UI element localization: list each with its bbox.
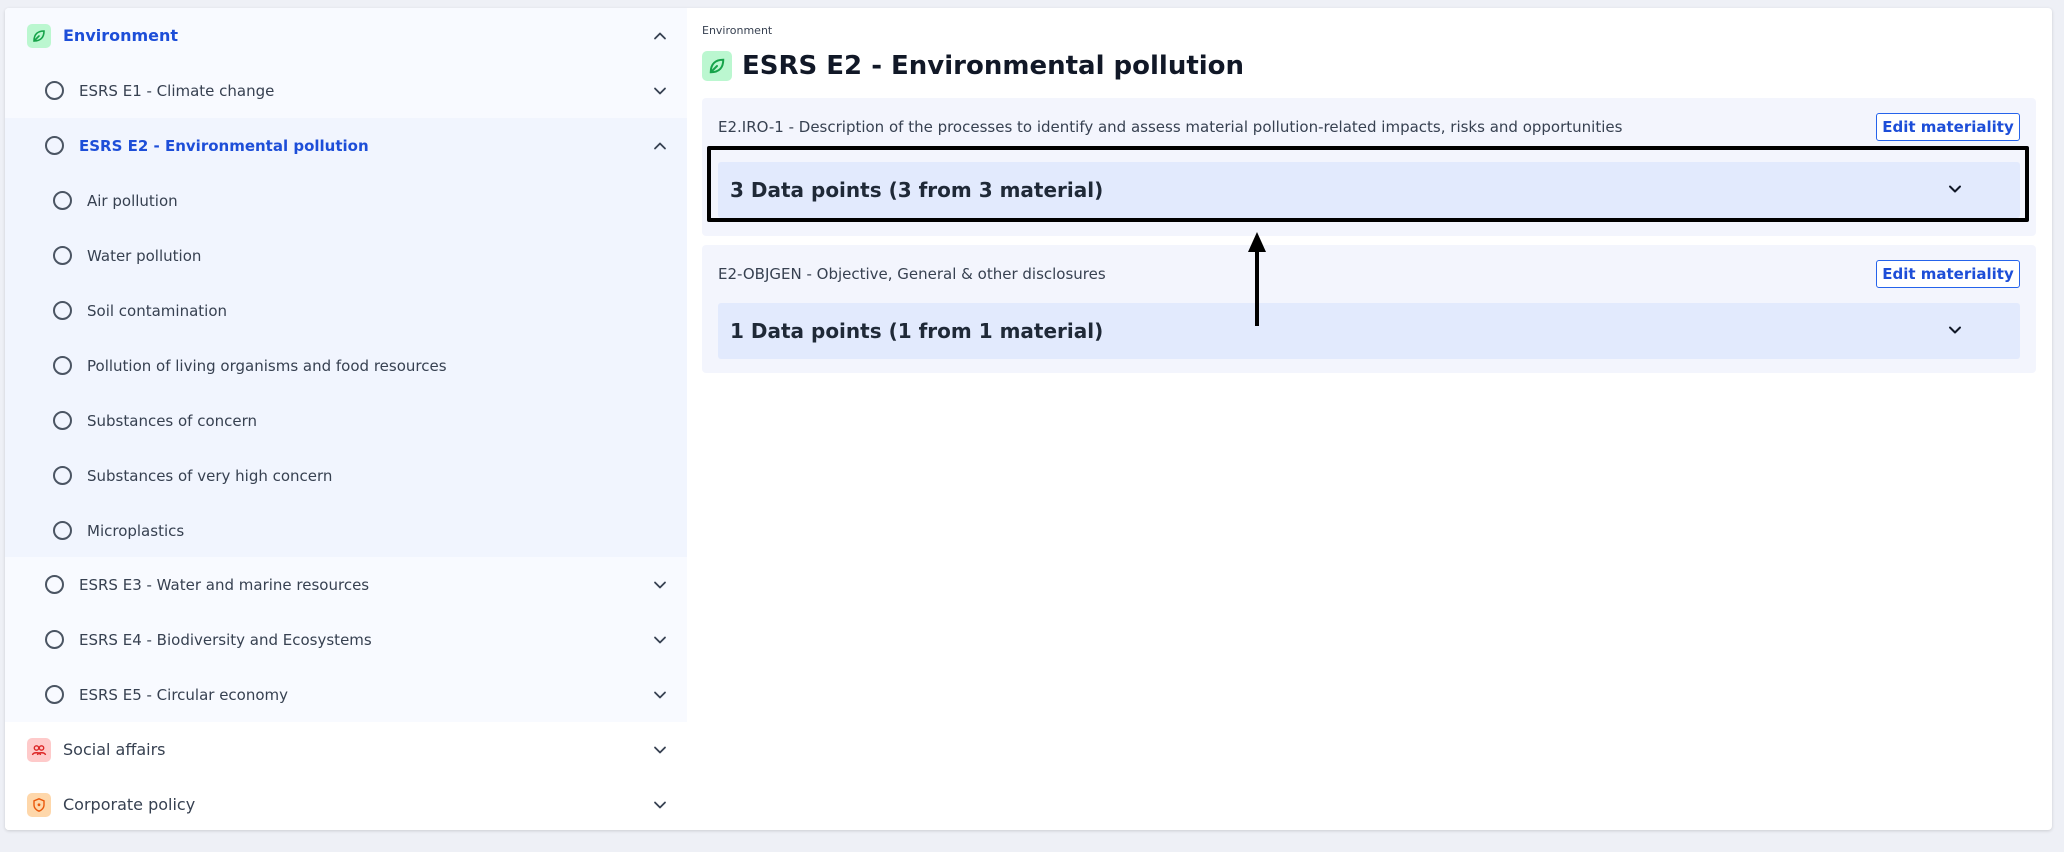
sidebar-standard-e3[interactable]: ESRS E3 - Water and marine resources (5, 557, 687, 612)
sidebar-standard-e2[interactable]: ESRS E2 - Environmental pollution (5, 118, 687, 173)
sidebar-topic-label: Pollution of living organisms and food r… (87, 356, 447, 375)
disclosure-title: E2.IRO-1 - Description of the processes … (718, 118, 1623, 136)
disclosure-card-iro1: E2.IRO-1 - Description of the processes … (702, 98, 2036, 236)
app-window: Environment ESRS E1 - Climate change ESR… (5, 8, 2052, 830)
sidebar-standard-e5[interactable]: ESRS E5 - Circular economy (5, 667, 687, 722)
sidebar-topic-living-organisms[interactable]: Pollution of living organisms and food r… (5, 338, 687, 393)
status-circle-icon (53, 411, 72, 430)
sidebar-category-label: Social affairs (63, 740, 166, 759)
sidebar-category-corporate-policy[interactable]: Corporate policy (5, 777, 687, 830)
status-circle-icon (45, 575, 64, 594)
chevron-up-icon[interactable] (653, 29, 667, 43)
chevron-down-icon[interactable] (653, 743, 667, 757)
sidebar-topic-soil-contamination[interactable]: Soil contamination (5, 283, 687, 338)
disclosure-card-objgen: E2-OBJGEN - Objective, General & other d… (702, 245, 2036, 373)
sidebar-topic-very-high-concern[interactable]: Substances of very high concern (5, 448, 687, 503)
arrow-up-icon (1248, 232, 1266, 326)
status-circle-icon (53, 356, 72, 375)
status-circle-icon (53, 191, 72, 210)
sidebar-topic-air-pollution[interactable]: Air pollution (5, 173, 687, 228)
sidebar-topic-substances-of-concern[interactable]: Substances of concern (5, 393, 687, 448)
sidebar-topic-label: Soil contamination (87, 301, 228, 320)
chevron-down-icon[interactable] (653, 578, 667, 592)
edit-materiality-button[interactable]: Edit materiality (1876, 113, 2020, 141)
sidebar-standard-label: ESRS E5 - Circular economy (79, 685, 289, 704)
breadcrumb[interactable]: Environment (702, 24, 772, 37)
disclosure-title: E2-OBJGEN - Objective, General & other d… (718, 265, 1106, 283)
sidebar-topic-label: Microplastics (87, 521, 185, 540)
chevron-down-icon[interactable] (653, 633, 667, 647)
page-title: ESRS E2 - Environmental pollution (742, 51, 1245, 81)
status-circle-icon (45, 136, 64, 155)
chevron-down-icon[interactable] (1948, 323, 1962, 337)
sidebar-topic-microplastics[interactable]: Microplastics (5, 503, 687, 558)
sidebar-nav: Environment ESRS E1 - Climate change ESR… (5, 8, 687, 830)
sidebar-topic-label: Substances of concern (87, 411, 258, 430)
chevron-up-icon[interactable] (653, 139, 667, 153)
chevron-down-icon[interactable] (653, 84, 667, 98)
sidebar-standard-label: ESRS E2 - Environmental pollution (79, 136, 369, 155)
sidebar-category-environment[interactable]: Environment (5, 8, 687, 63)
status-circle-icon (53, 466, 72, 485)
shield-icon (27, 793, 51, 817)
sidebar-topic-label: Substances of very high concern (87, 466, 333, 485)
sidebar-category-social-affairs[interactable]: Social affairs (5, 722, 687, 777)
leaf-icon (27, 24, 51, 48)
sidebar-standard-e1[interactable]: ESRS E1 - Climate change (5, 63, 687, 118)
sidebar-standard-label: ESRS E3 - Water and marine resources (79, 575, 370, 594)
status-circle-icon (53, 246, 72, 265)
datapoints-accordion[interactable]: 1 Data points (1 from 1 material) (718, 303, 2020, 359)
status-circle-icon (45, 630, 64, 649)
chevron-down-icon[interactable] (653, 688, 667, 702)
datapoints-accordion[interactable]: 3 Data points (3 from 3 material) (718, 162, 2020, 218)
status-circle-icon (45, 81, 64, 100)
status-circle-icon (53, 301, 72, 320)
datapoints-summary: 3 Data points (3 from 3 material) (730, 178, 1104, 202)
sidebar-topic-label: Air pollution (87, 191, 178, 210)
sidebar-category-label: Corporate policy (63, 795, 196, 814)
datapoints-summary: 1 Data points (1 from 1 material) (730, 319, 1104, 343)
sidebar-topic-water-pollution[interactable]: Water pollution (5, 228, 687, 283)
sidebar-category-label: Environment (63, 26, 179, 45)
sidebar-standard-label: ESRS E1 - Climate change (79, 81, 275, 100)
page-header: ESRS E2 - Environmental pollution (702, 50, 1244, 82)
edit-materiality-button[interactable]: Edit materiality (1876, 260, 2020, 288)
sidebar-standard-label: ESRS E4 - Biodiversity and Ecosystems (79, 630, 372, 649)
main-content: Environment ESRS E2 - Environmental poll… (702, 8, 2042, 830)
chevron-down-icon[interactable] (653, 798, 667, 812)
sidebar-standard-e4[interactable]: ESRS E4 - Biodiversity and Ecosystems (5, 612, 687, 667)
people-icon (27, 738, 51, 762)
status-circle-icon (53, 521, 72, 540)
sidebar-topic-label: Water pollution (87, 246, 202, 265)
chevron-down-icon[interactable] (1948, 182, 1962, 196)
status-circle-icon (45, 685, 64, 704)
leaf-icon (702, 51, 732, 81)
